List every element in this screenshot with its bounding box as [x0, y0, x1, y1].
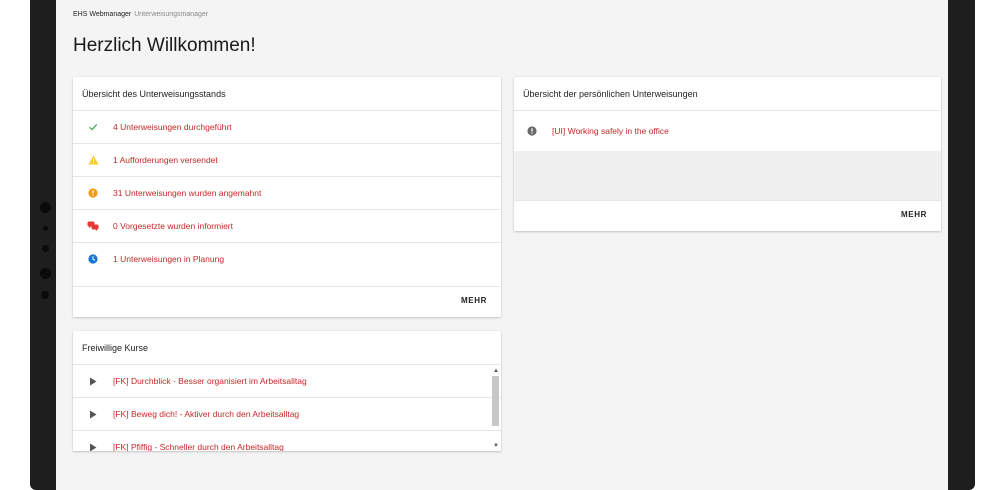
sensor-dot	[41, 291, 49, 299]
card-title: Freiwillige Kurse	[73, 331, 501, 365]
status-item-requests[interactable]: 1 Aufforderungen versendet	[73, 144, 501, 177]
course-item[interactable]: [FK] Pfiffig - Schneller durch den Arbei…	[73, 431, 501, 451]
voluntary-courses-card: Freiwillige Kurse [FK] Durchblick - Bess…	[73, 331, 501, 451]
course-label[interactable]: [FK] Durchblick - Besser organisiert im …	[113, 376, 307, 386]
more-button[interactable]: MEHR	[461, 296, 487, 305]
checkmark-icon	[87, 121, 99, 133]
scrollbar-thumb[interactable]	[492, 376, 499, 426]
breadcrumb: EHS Webmanager Unterweisungsmanager	[73, 11, 208, 18]
status-item-supervisors[interactable]: 0 Vorgesetzte wurden informiert	[73, 210, 501, 243]
status-item-label[interactable]: 1 Unterweisungen in Planung	[113, 254, 224, 264]
empty-area	[514, 151, 941, 200]
status-item-reminded[interactable]: 31 Unterweisungen wurden angemahnt	[73, 177, 501, 210]
personal-trainings-card: Übersicht der persönlichen Unterweisunge…	[514, 77, 941, 231]
camera-dot	[40, 202, 51, 213]
play-icon[interactable]	[87, 441, 99, 451]
sensor-dot	[43, 226, 48, 231]
play-icon[interactable]	[87, 375, 99, 387]
warning-icon	[87, 154, 99, 166]
personal-training-label[interactable]: [UI] Working safely in the office	[552, 126, 669, 136]
personal-training-item[interactable]: [UI] Working safely in the office	[514, 111, 941, 151]
course-item[interactable]: [FK] Durchblick - Besser organisiert im …	[73, 365, 501, 398]
status-item-label[interactable]: 31 Unterweisungen wurden angemahnt	[113, 188, 261, 198]
chat-bubbles-icon	[87, 220, 99, 232]
page-title: Herzlich Willkommen!	[73, 35, 256, 56]
course-label[interactable]: [FK] Pfiffig - Schneller durch den Arbei…	[113, 442, 284, 451]
more-button[interactable]: MEHR	[901, 210, 927, 219]
camera-dot	[40, 268, 51, 279]
app-screen: EHS Webmanager Unterweisungsmanager Herzl…	[56, 0, 948, 490]
scroll-down-arrow-icon[interactable]: ▼	[492, 442, 500, 450]
breadcrumb-app[interactable]: EHS Webmanager	[73, 11, 131, 18]
status-overview-card: Übersicht des Unterweisungsstands 4 Unte…	[73, 77, 501, 317]
info-circle-icon	[526, 125, 538, 137]
status-item-planned[interactable]: 1 Unterweisungen in Planung	[73, 243, 501, 275]
scrollbar[interactable]: ▲ ▼	[491, 367, 500, 450]
card-title: Übersicht der persönlichen Unterweisunge…	[514, 77, 941, 111]
course-item[interactable]: [FK] Beweg dich! - Aktiver durch den Arb…	[73, 398, 501, 431]
card-footer: MEHR	[514, 200, 941, 231]
breadcrumb-module[interactable]: Unterweisungsmanager	[134, 11, 208, 18]
status-item-label[interactable]: 1 Aufforderungen versendet	[113, 155, 218, 165]
card-footer: MEHR	[73, 286, 501, 317]
status-item-label[interactable]: 4 Unterweisungen durchgeführt	[113, 122, 232, 132]
course-label[interactable]: [FK] Beweg dich! - Aktiver durch den Arb…	[113, 409, 299, 419]
scroll-up-arrow-icon[interactable]: ▲	[492, 367, 500, 375]
status-item-completed[interactable]: 4 Unterweisungen durchgeführt	[73, 111, 501, 144]
sensor-dot	[42, 245, 49, 252]
status-item-label[interactable]: 0 Vorgesetzte wurden informiert	[113, 221, 233, 231]
card-title: Übersicht des Unterweisungsstands	[73, 77, 501, 111]
play-icon[interactable]	[87, 408, 99, 420]
alert-circle-icon	[87, 187, 99, 199]
clock-icon	[87, 253, 99, 265]
